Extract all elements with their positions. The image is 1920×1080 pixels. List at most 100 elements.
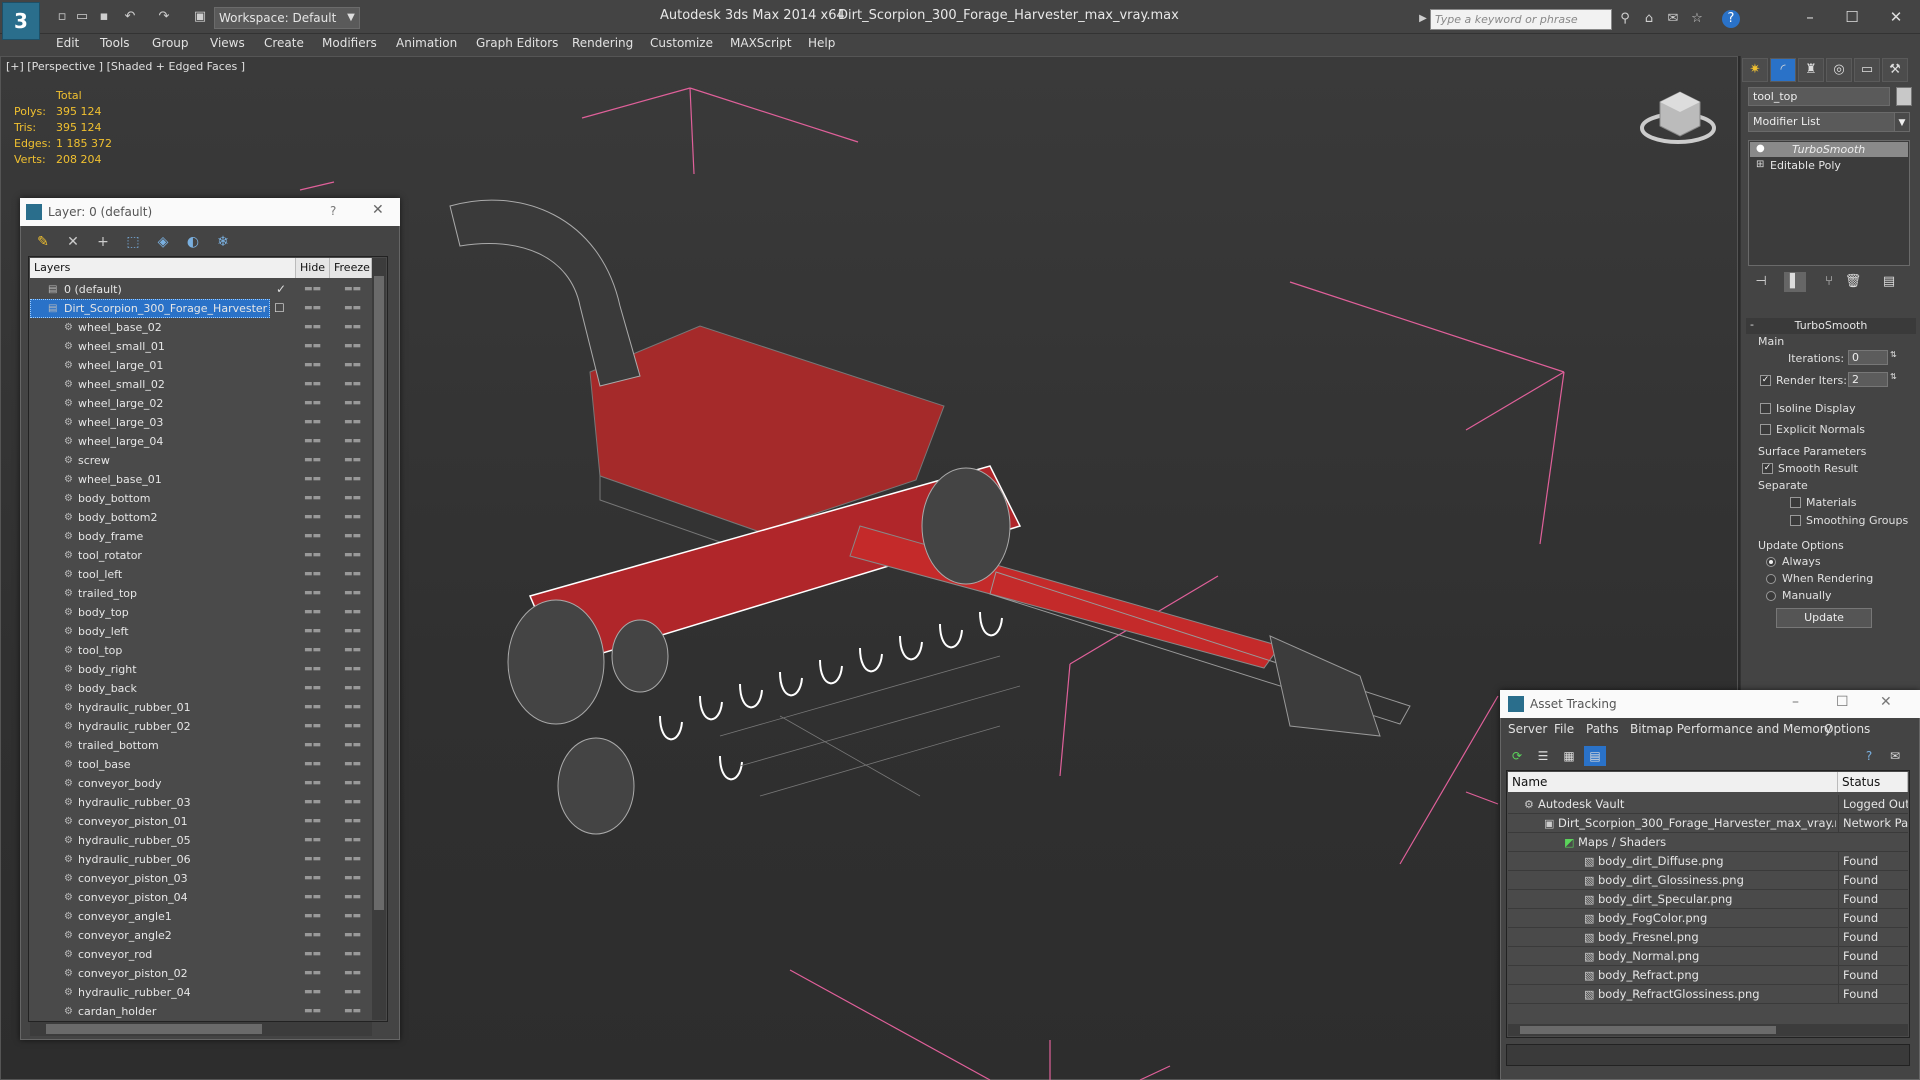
menu-views[interactable]: Views bbox=[210, 36, 245, 50]
menu-modifiers[interactable]: Modifiers bbox=[322, 36, 377, 50]
hide-toggle[interactable]: ▬▬ bbox=[304, 831, 321, 850]
hide-toggle[interactable]: ▬▬ bbox=[304, 527, 321, 546]
freeze-toggle[interactable]: ▬▬ bbox=[344, 717, 361, 736]
freeze-toggle[interactable]: ▬▬ bbox=[344, 774, 361, 793]
hide-toggle[interactable]: ▬▬ bbox=[304, 546, 321, 565]
column-header-hide[interactable]: Hide bbox=[296, 258, 330, 278]
menu-group[interactable]: Group bbox=[152, 36, 189, 50]
feedback-icon[interactable]: ✉ bbox=[1884, 746, 1906, 766]
freeze-toggle[interactable]: ▬▬ bbox=[344, 850, 361, 869]
asset-menu-file[interactable]: File bbox=[1554, 722, 1574, 736]
minimize-icon[interactable]: – bbox=[1790, 6, 1830, 28]
redo-icon[interactable]: ↷ bbox=[154, 8, 174, 26]
hide-toggle[interactable]: ▬▬ bbox=[304, 603, 321, 622]
layer-object-row[interactable]: ⚙ conveyor_rod ▬▬ ▬▬ bbox=[30, 945, 370, 964]
object-color-swatch[interactable] bbox=[1896, 87, 1912, 106]
freeze-toggle[interactable]: ▬▬ bbox=[344, 888, 361, 907]
layer-scroll-thumb[interactable] bbox=[374, 276, 384, 910]
active-layer-check-icon[interactable]: ✓ bbox=[276, 280, 286, 299]
hide-toggle[interactable]: ▬▬ bbox=[304, 375, 321, 394]
hide-toggle[interactable]: ▬▬ bbox=[304, 793, 321, 812]
menu-graph-editors[interactable]: Graph Editors bbox=[476, 36, 558, 50]
freeze-toggle[interactable]: ▬▬ bbox=[344, 622, 361, 641]
expand-plus-icon[interactable]: ⊞ bbox=[1756, 159, 1764, 170]
binoculars-icon[interactable]: ⚲ bbox=[1616, 10, 1634, 28]
layer-object-row[interactable]: ⚙ body_top ▬▬ ▬▬ bbox=[30, 603, 370, 622]
asset-row[interactable]: ▧ body_Normal.png Found bbox=[1508, 947, 1908, 966]
freeze-toggle[interactable]: ▬▬ bbox=[344, 698, 361, 717]
layer-row-selected[interactable]: ▤ Dirt_Scorpion_300_Forage_Harvester ☐ ▬▬ ▬▬ bbox=[30, 299, 370, 318]
layer-object-row[interactable]: ⚙ conveyor_piston_03 ▬▬ ▬▬ bbox=[30, 869, 370, 888]
layer-object-row[interactable]: ⚙ tool_top ▬▬ ▬▬ bbox=[30, 641, 370, 660]
asset-row[interactable]: ⚙ Autodesk Vault Logged Out bbox=[1508, 795, 1908, 814]
hierarchy-tab-icon[interactable]: ♜ bbox=[1798, 58, 1824, 82]
undo-icon[interactable]: ↶ bbox=[120, 8, 140, 26]
asset-path-field[interactable] bbox=[1506, 1044, 1910, 1066]
freeze-toggle[interactable]: ▬▬ bbox=[344, 489, 361, 508]
layer-object-row[interactable]: ⚙ hydraulic_rubber_01 ▬▬ ▬▬ bbox=[30, 698, 370, 717]
hide-toggle[interactable]: ▬▬ bbox=[304, 869, 321, 888]
make-unique-icon[interactable]: ⑂ bbox=[1818, 272, 1840, 292]
hide-toggle[interactable]: ▬▬ bbox=[304, 964, 321, 983]
hide-toggle[interactable]: ▬▬ bbox=[304, 356, 321, 375]
layer-object-row[interactable]: ⚙ body_bottom2 ▬▬ ▬▬ bbox=[30, 508, 370, 527]
freeze-toggle[interactable]: ▬▬ bbox=[344, 337, 361, 356]
update-manually-radio[interactable] bbox=[1766, 591, 1776, 601]
asset-row[interactable]: ▧ body_Refract.png Found bbox=[1508, 966, 1908, 985]
layer-object-row[interactable]: ⚙ conveyor_angle2 ▬▬ ▬▬ bbox=[30, 926, 370, 945]
freeze-toggle[interactable]: ▬▬ bbox=[344, 546, 361, 565]
refresh-icon[interactable]: ⟳ bbox=[1506, 746, 1528, 766]
asset-menu-bitmap-performance[interactable]: Bitmap Performance and Memory bbox=[1630, 722, 1832, 736]
hide-toggle[interactable]: ▬▬ bbox=[304, 660, 321, 679]
layer-object-row[interactable]: ⚙ wheel_large_02 ▬▬ ▬▬ bbox=[30, 394, 370, 413]
hide-toggle[interactable]: ▬▬ bbox=[304, 451, 321, 470]
hide-toggle[interactable]: ▬▬ bbox=[304, 1002, 321, 1021]
menu-customize[interactable]: Customize bbox=[650, 36, 713, 50]
layer-hscroll-thumb[interactable] bbox=[46, 1024, 262, 1034]
freeze-toggle[interactable]: ▬▬ bbox=[344, 983, 361, 1002]
layer-object-row[interactable]: ⚙ conveyor_piston_02 ▬▬ ▬▬ bbox=[30, 964, 370, 983]
layer-object-row[interactable]: ⚙ conveyor_body ▬▬ ▬▬ bbox=[30, 774, 370, 793]
layer-object-row[interactable]: ⚙ tool_base ▬▬ ▬▬ bbox=[30, 755, 370, 774]
hide-toggle[interactable]: ▬▬ bbox=[304, 413, 321, 432]
asset-menu-server[interactable]: Server bbox=[1508, 722, 1547, 736]
column-header-layers[interactable]: Layers bbox=[30, 258, 296, 278]
freeze-toggle[interactable]: ▬▬ bbox=[344, 831, 361, 850]
hide-toggle[interactable]: ▬▬ bbox=[304, 679, 321, 698]
viewport-label[interactable]: [+] [Perspective ] [Shaded + Edged Faces… bbox=[6, 60, 245, 73]
render-iters-spinner[interactable]: 2 bbox=[1848, 372, 1888, 387]
freeze-toggle[interactable]: ▬▬ bbox=[344, 375, 361, 394]
show-end-result-icon[interactable]: ▌ bbox=[1784, 272, 1806, 292]
display-tab-icon[interactable]: ▭ bbox=[1854, 58, 1880, 82]
freeze-toggle[interactable]: ▬▬ bbox=[344, 356, 361, 375]
render-iters-checkbox[interactable]: ✓ bbox=[1760, 375, 1771, 386]
hide-toggle[interactable]: ▬▬ bbox=[304, 337, 321, 356]
freeze-toggle[interactable]: ▬▬ bbox=[344, 451, 361, 470]
update-button[interactable]: Update bbox=[1776, 608, 1872, 628]
freeze-toggle[interactable]: ▬▬ bbox=[344, 926, 361, 945]
workspace-dropdown[interactable]: Workspace: Default bbox=[214, 7, 360, 29]
layer-object-row[interactable]: ⚙ wheel_large_03 ▬▬ ▬▬ bbox=[30, 413, 370, 432]
list-view-icon[interactable]: ☰ bbox=[1532, 746, 1554, 766]
freeze-toggle[interactable]: ▬▬ bbox=[344, 527, 361, 546]
hide-toggle[interactable]: ▬▬ bbox=[304, 470, 321, 489]
menu-create[interactable]: Create bbox=[264, 36, 304, 50]
help-icon[interactable]: ? bbox=[1858, 746, 1880, 766]
asset-row[interactable]: ▧ body_Fresnel.png Found bbox=[1508, 928, 1908, 947]
highlight-selected-icon[interactable]: ◈ bbox=[152, 231, 174, 253]
freeze-toggle[interactable]: ▬▬ bbox=[344, 793, 361, 812]
freeze-toggle[interactable]: ▬▬ bbox=[344, 812, 361, 831]
update-always-radio[interactable] bbox=[1766, 557, 1776, 567]
hide-toggle[interactable]: ▬▬ bbox=[304, 983, 321, 1002]
layer-object-row[interactable]: ⚙ conveyor_piston_01 ▬▬ ▬▬ bbox=[30, 812, 370, 831]
minimize-icon[interactable]: – bbox=[1792, 694, 1799, 710]
layer-row-default[interactable]: ▤ 0 (default) ✓ ▬▬ ▬▬ bbox=[30, 280, 370, 299]
layer-object-row[interactable]: ⚙ hydraulic_rubber_03 ▬▬ ▬▬ bbox=[30, 793, 370, 812]
freeze-toggle[interactable]: ▬▬ bbox=[344, 470, 361, 489]
column-header-status[interactable]: Status bbox=[1838, 772, 1908, 792]
freeze-toggle[interactable]: ▬▬ bbox=[344, 641, 361, 660]
freeze-toggle[interactable]: ▬▬ bbox=[344, 584, 361, 603]
hide-toggle[interactable]: ▬▬ bbox=[304, 318, 321, 337]
hide-toggle[interactable]: ▬▬ bbox=[304, 432, 321, 451]
hide-all-icon[interactable]: ◐ bbox=[182, 231, 204, 253]
